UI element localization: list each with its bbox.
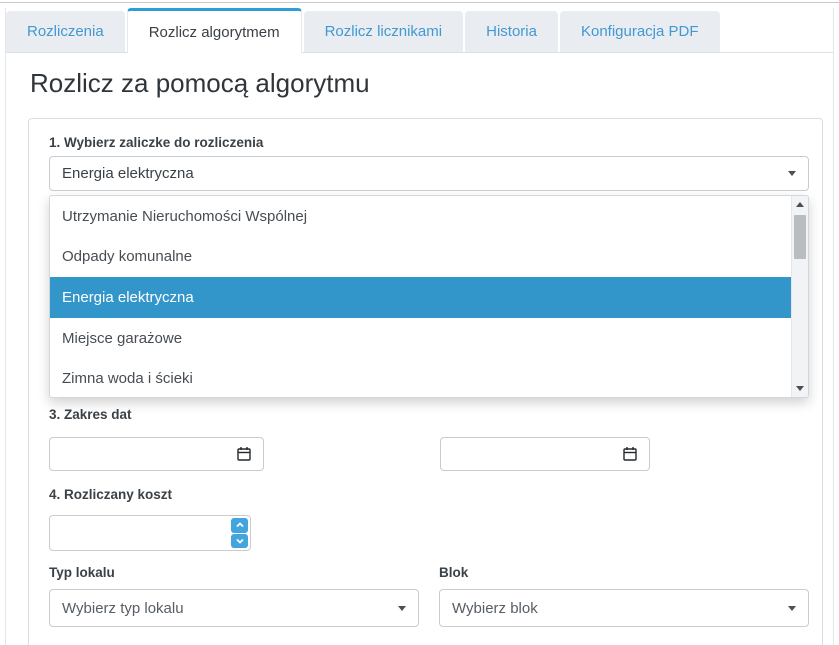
spinner-down-icon[interactable]: [231, 534, 248, 549]
block-placeholder: Wybierz blok: [452, 600, 538, 617]
advance-select-label: 1. Wybierz zaliczke do rozliczenia: [49, 135, 263, 150]
date-end-field[interactable]: [451, 438, 621, 470]
scrollbar-up-icon[interactable]: [792, 196, 808, 213]
page: Rozliczenia Rozlicz algorytmem Rozlicz l…: [0, 0, 839, 645]
date-start-input[interactable]: [49, 437, 264, 471]
top-divider: [0, 2, 839, 3]
block-select[interactable]: Wybierz blok: [439, 589, 809, 627]
chevron-down-icon: [788, 606, 796, 611]
dropdown-option[interactable]: Utrzymanie Nieruchomości Wspólnej: [50, 196, 791, 237]
local-type-placeholder: Wybierz typ lokalu: [62, 600, 184, 617]
advance-select[interactable]: Energia elektryczna: [49, 156, 809, 191]
tab-rozlicz-licznikami[interactable]: Rozlicz licznikami: [304, 11, 464, 52]
scrollbar-down-icon[interactable]: [792, 380, 808, 397]
tab-konfiguracja-pdf[interactable]: Konfiguracja PDF: [560, 11, 720, 52]
spinner-up-icon[interactable]: [231, 518, 248, 533]
number-spinner: [231, 518, 248, 548]
date-start-field[interactable]: [60, 438, 235, 470]
triangle-up-icon: [796, 202, 804, 207]
dropdown-option[interactable]: Zimna woda i ścieki: [50, 358, 791, 398]
calendar-icon[interactable]: [235, 445, 253, 463]
chevron-down-icon: [788, 171, 796, 176]
date-range-label: 3. Zakres dat: [49, 407, 132, 422]
cost-label: 4. Rozliczany koszt: [49, 487, 172, 502]
advance-select-value: Energia elektryczna: [62, 165, 194, 182]
date-end-input[interactable]: [440, 437, 650, 471]
tab-rozliczenia[interactable]: Rozliczenia: [6, 11, 125, 52]
block-label: Blok: [439, 565, 468, 580]
cost-input[interactable]: [49, 515, 251, 551]
page-title: Rozlicz za pomocą algorytmu: [30, 68, 370, 99]
tab-rozlicz-algorytmem[interactable]: Rozlicz algorytmem: [127, 8, 302, 53]
local-type-select[interactable]: Wybierz typ lokalu: [49, 589, 419, 627]
cost-field[interactable]: [60, 516, 228, 550]
scrollbar-thumb[interactable]: [794, 215, 806, 259]
advance-select-dropdown: Utrzymanie Nieruchomości Wspólnej Odpady…: [49, 195, 809, 398]
dropdown-option-selected[interactable]: Energia elektryczna: [50, 277, 791, 318]
page-border-left: [5, 8, 6, 645]
dropdown-scrollbar[interactable]: [791, 196, 808, 397]
tab-bar: Rozliczenia Rozlicz algorytmem Rozlicz l…: [6, 8, 833, 53]
local-type-label: Typ lokalu: [49, 565, 115, 580]
chevron-down-icon: [398, 606, 406, 611]
tab-historia[interactable]: Historia: [465, 11, 558, 52]
dropdown-option[interactable]: Miejsce garażowe: [50, 318, 791, 359]
calendar-icon[interactable]: [621, 445, 639, 463]
form-panel: 1. Wybierz zaliczke do rozliczenia Energ…: [28, 118, 823, 645]
dropdown-option[interactable]: Odpady komunalne: [50, 237, 791, 278]
triangle-down-icon: [796, 386, 804, 391]
page-border-right: [833, 8, 834, 645]
